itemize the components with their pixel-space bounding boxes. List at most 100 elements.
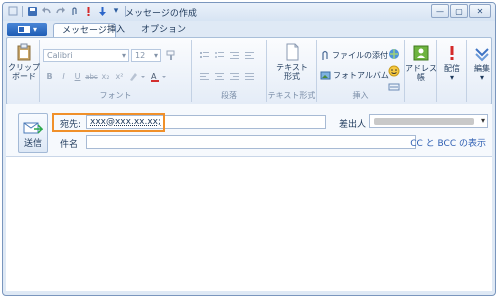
address-book-group: アドレス 帳 — [405, 40, 437, 102]
from-select[interactable]: ▾ — [369, 114, 488, 128]
window-menu-icon[interactable] — [7, 5, 19, 17]
app-menu-arrow: ▾ — [32, 25, 37, 34]
message-body[interactable] — [6, 157, 492, 291]
attach-icon[interactable] — [68, 5, 80, 17]
justify-icon[interactable] — [243, 70, 256, 83]
text-format-button[interactable]: テキスト 形式 — [273, 43, 311, 81]
bullet-list-icon[interactable] — [213, 49, 226, 62]
edit-group: 編集 ▾ — [467, 40, 495, 102]
clipboard-group: クリップ ボード — [7, 40, 40, 102]
subject-label: 件名 — [60, 140, 79, 150]
list-row — [198, 49, 256, 62]
underline-button[interactable]: U — [71, 70, 84, 83]
align-right-icon[interactable] — [228, 70, 241, 83]
font-family-select[interactable]: Calibri ▾ — [43, 49, 129, 62]
delivery-button[interactable]: 配信 ▾ — [439, 44, 465, 82]
italic-button[interactable]: I — [57, 70, 70, 83]
increase-indent-icon[interactable] — [243, 49, 256, 62]
tab-options[interactable]: オプション — [133, 23, 194, 38]
ribbon-tabs: ▾ メッセージ 挿入 オプション — [3, 21, 495, 39]
address-book-icon — [413, 45, 429, 61]
window-title: メッセージの作成 — [125, 9, 197, 19]
photo-album-icon — [320, 71, 331, 80]
from-account-redacted — [374, 118, 474, 125]
title-bar: ▾ メッセージの作成 — ▢ ✕ — [3, 3, 495, 21]
attach-file-label: ファイルの添付 — [332, 51, 388, 60]
window-controls: — ▢ ✕ — [431, 4, 491, 18]
photo-album-label: フォトアルバム — [333, 71, 389, 80]
superscript-button[interactable]: x² — [113, 70, 126, 83]
message-header: 送信 宛先: xxx@xxx.xx.xx; 差出人 ▾ 件名 CC と BCC … — [6, 104, 492, 157]
bold-button[interactable]: B — [43, 70, 56, 83]
compose-window: ▾ メッセージの作成 — ▢ ✕ ▾ メッセージ 挿入 オプション クリップ ボ… — [2, 2, 496, 296]
from-label: 差出人 — [339, 120, 367, 130]
edit-label: 編集 — [474, 64, 490, 73]
emoticon-icon[interactable] — [387, 64, 400, 77]
to-field-highlight — [52, 113, 165, 132]
text-format-group-label: テキスト形式 — [267, 91, 316, 100]
priority-high-icon[interactable] — [82, 5, 94, 17]
text-format-group: テキスト 形式 テキスト形式 — [267, 40, 317, 102]
quick-access-toolbar: ▾ — [7, 5, 127, 17]
save-icon[interactable] — [26, 5, 38, 17]
customize-toolbar-icon[interactable]: ▾ — [110, 5, 122, 17]
edit-button[interactable]: 編集 ▾ — [469, 44, 495, 82]
paperclip-icon — [322, 50, 328, 60]
priority-low-icon[interactable] — [96, 5, 108, 17]
chevron-down-icon: ▾ — [479, 73, 484, 82]
photo-album-button[interactable]: フォトアルバム — [320, 70, 389, 81]
send-label: 送信 — [23, 139, 42, 149]
toolbar-separator — [22, 5, 23, 17]
format-painter-icon[interactable] — [164, 49, 177, 62]
tab-insert[interactable]: 挿入 — [99, 23, 133, 38]
clipboard-button[interactable]: クリップ ボード — [8, 43, 40, 81]
app-menu-button[interactable]: ▾ — [7, 23, 47, 36]
chevron-down-icon: ▾ — [480, 116, 485, 125]
priority-icon — [450, 46, 454, 60]
font-family-value: Calibri — [47, 51, 73, 60]
ribbon: クリップ ボード Calibri ▾ 12 ▾ B I U abc x₂ x² — [6, 37, 492, 105]
paragraph-group-label: 段落 — [221, 91, 237, 100]
send-button[interactable]: 送信 — [18, 113, 48, 153]
font-group: Calibri ▾ 12 ▾ B I U abc x₂ x² A フォント — [40, 40, 192, 102]
decrease-indent-icon[interactable] — [228, 49, 241, 62]
maximize-button[interactable]: ▢ — [450, 4, 468, 18]
clipboard-label: クリップ ボード — [8, 63, 40, 81]
delivery-label: 配信 — [444, 64, 460, 73]
numbered-list-icon[interactable] — [198, 49, 211, 62]
redo-icon[interactable] — [54, 5, 66, 17]
subscript-button[interactable]: x₂ — [99, 70, 112, 83]
insert-group-label: 挿入 — [352, 91, 369, 100]
highlight-color-icon[interactable] — [127, 70, 147, 83]
attach-file-button[interactable]: ファイルの添付 — [320, 50, 388, 61]
strikethrough-button[interactable]: abc — [85, 70, 98, 83]
delivery-group: 配信 ▾ — [437, 40, 467, 102]
align-left-icon[interactable] — [198, 70, 211, 83]
chevron-down-icon: ▾ — [121, 51, 126, 60]
address-book-label: アドレス 帳 — [405, 64, 437, 82]
hyperlink-icon[interactable] — [387, 47, 400, 60]
document-icon — [286, 43, 299, 61]
paragraph-group: 段落 — [192, 40, 267, 102]
font-group-label: フォント — [99, 91, 132, 100]
subject-field[interactable] — [86, 135, 416, 149]
font-size-select[interactable]: 12 ▾ — [131, 49, 161, 62]
minimize-button[interactable]: — — [431, 4, 449, 18]
show-cc-bcc-link[interactable]: CC と BCC の表示 — [410, 136, 486, 149]
font-size-value: 12 — [135, 51, 146, 60]
svg-text:A: A — [151, 72, 157, 81]
text-format-label: テキスト 形式 — [276, 63, 308, 81]
edit-icon — [475, 48, 489, 62]
app-menu-icon — [17, 26, 30, 33]
address-book-button[interactable]: アドレス 帳 — [405, 44, 437, 82]
close-button[interactable]: ✕ — [469, 4, 491, 18]
font-format-row: B I U abc x₂ x² A — [43, 70, 168, 83]
font-color-icon[interactable]: A — [148, 70, 168, 83]
align-center-icon[interactable] — [213, 70, 226, 83]
send-icon — [23, 122, 43, 134]
insert-group: ファイルの添付 フォトアルバム 挿入 — [317, 40, 405, 102]
chevron-down-icon: ▾ — [449, 73, 454, 82]
undo-icon[interactable] — [40, 5, 52, 17]
chevron-down-icon: ▾ — [153, 51, 158, 60]
align-row — [198, 70, 256, 83]
